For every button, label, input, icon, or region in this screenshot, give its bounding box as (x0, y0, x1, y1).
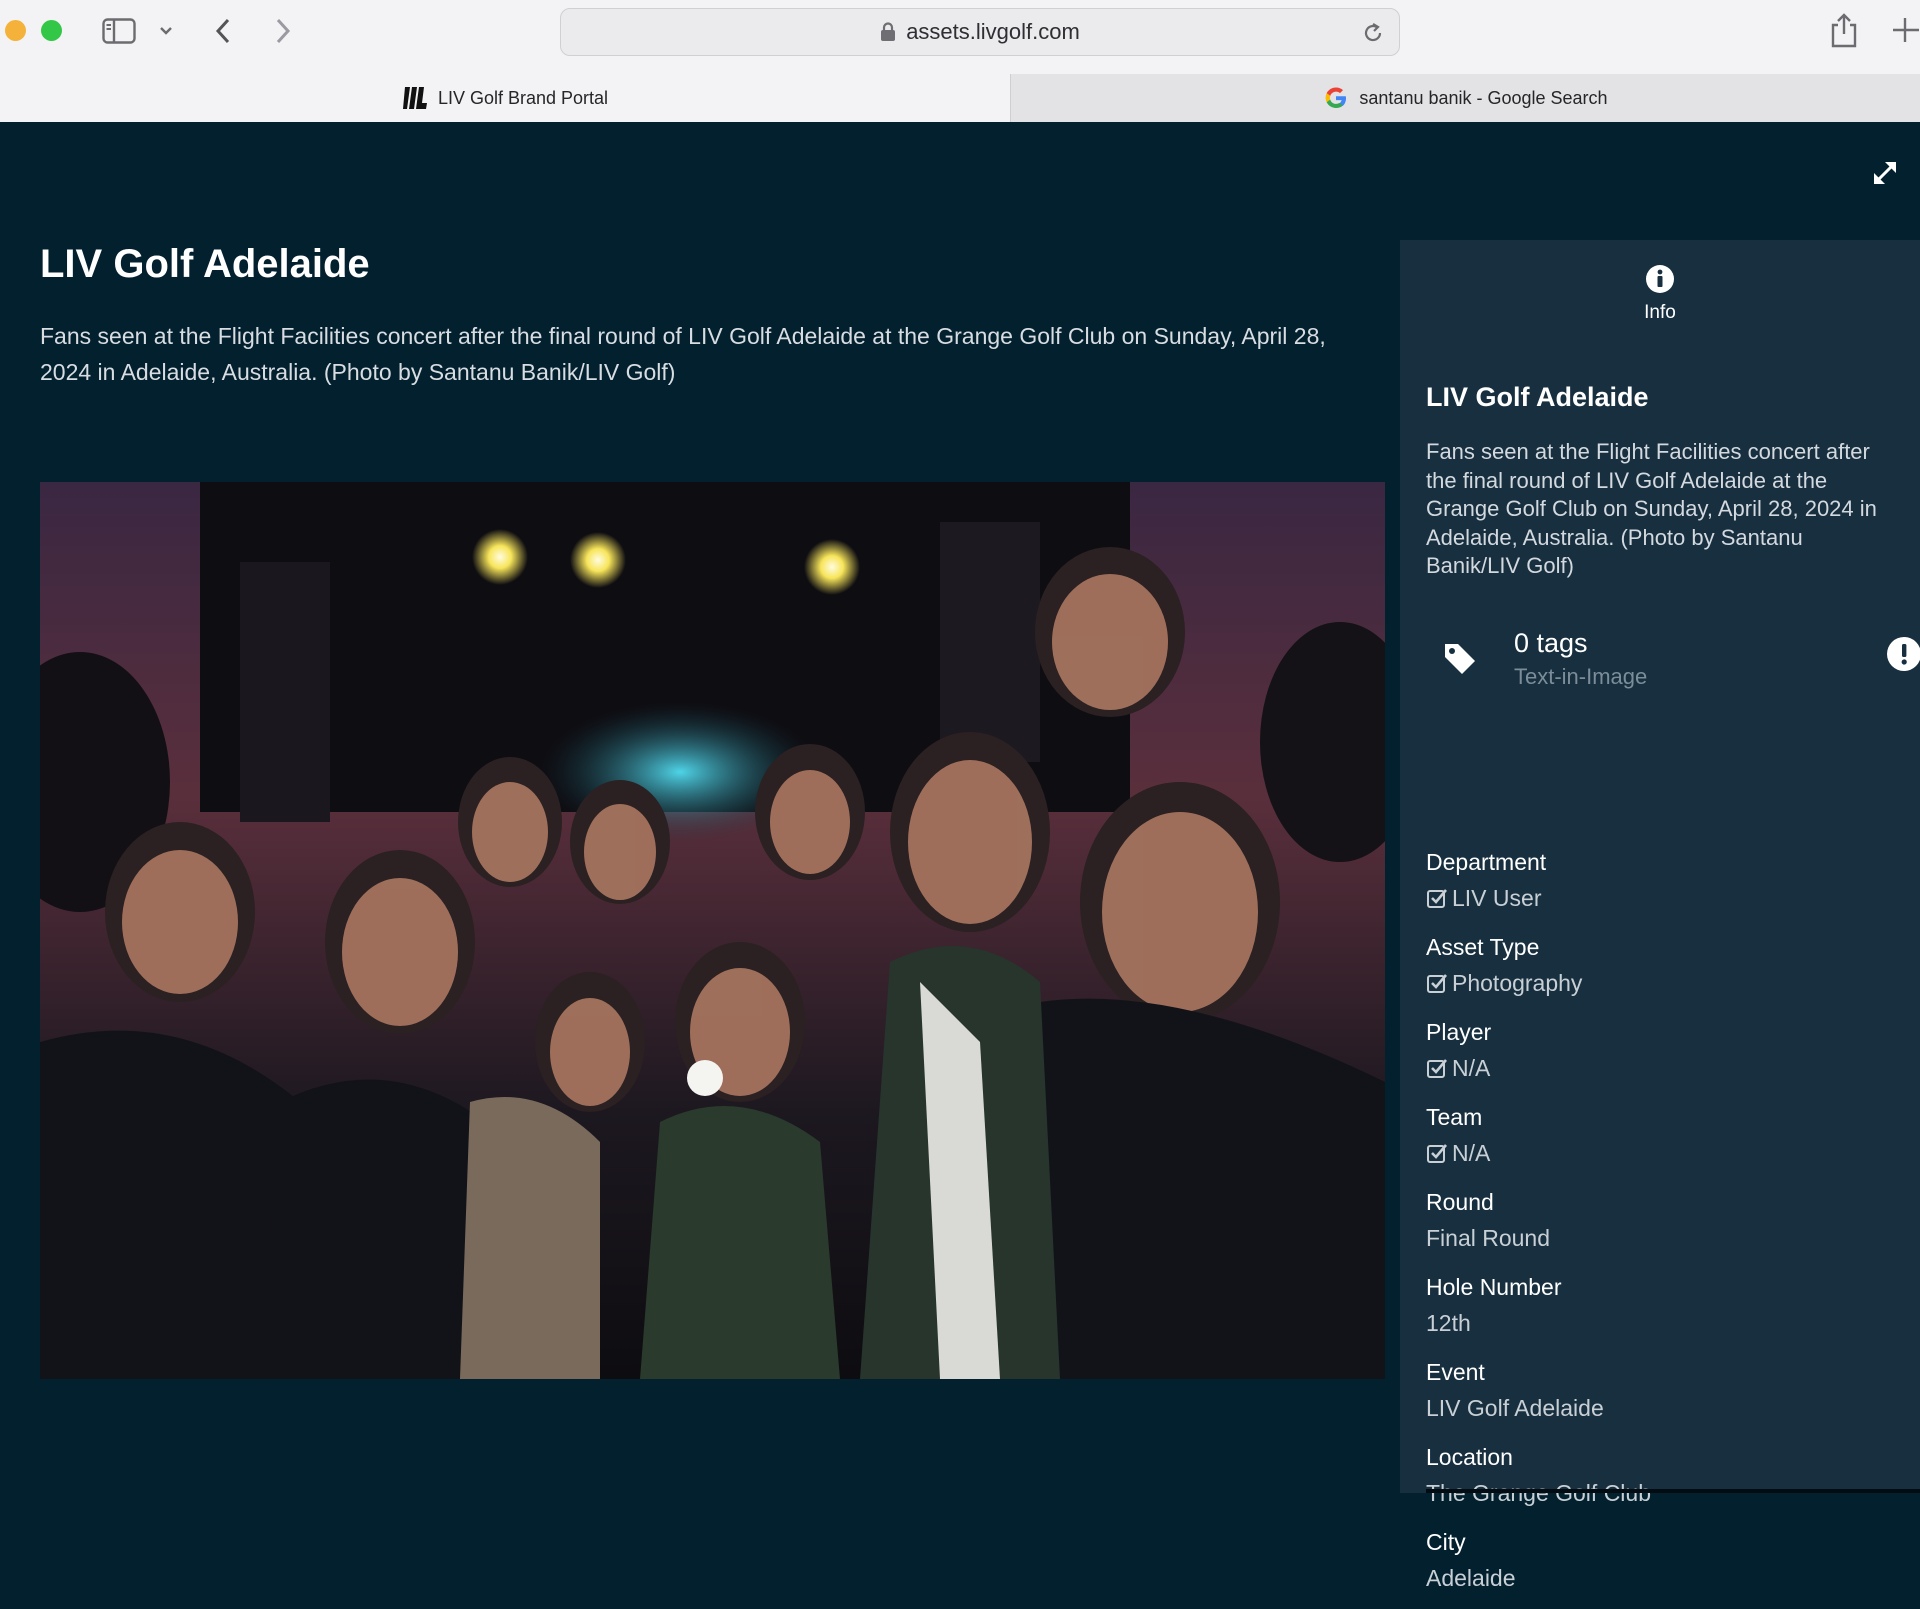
share-icon[interactable] (1826, 10, 1862, 50)
field-label: Player (1426, 1019, 1492, 1045)
checkbox-checked-icon (1426, 1057, 1448, 1079)
panel-bottom-divider (1426, 1489, 1920, 1493)
field-round: Round Final Round (1426, 1184, 1896, 1269)
tab-info[interactable]: Info (1400, 264, 1920, 334)
field-value: LIV Golf Adelaide (1426, 1395, 1604, 1421)
field-value: N/A (1452, 1140, 1491, 1166)
field-label: Hole Number (1426, 1274, 1562, 1300)
tags-count: 0 tags (1514, 628, 1588, 658)
address-url: assets.livgolf.com (906, 19, 1080, 44)
field-label: Asset Type (1426, 934, 1540, 960)
tab-title: santanu banik - Google Search (1359, 87, 1608, 108)
field-value-row: LIV User (1426, 880, 1896, 916)
google-icon (1323, 85, 1349, 111)
tag-icon (1440, 638, 1480, 678)
info-panel: Info LIV Golf Adelaide Fans seen at the … (1400, 240, 1920, 1591)
browser-chrome: assets.livgolf.com LIV Golf Brand Portal (0, 0, 1920, 122)
checkbox-checked-icon (1426, 972, 1448, 994)
window-minimize-button[interactable] (5, 20, 26, 41)
tab-bar: LIV Golf Brand Portal santanu banik - Go… (0, 74, 1920, 122)
asset-page: LIV Golf Adelaide Fans seen at the Fligh… (0, 122, 1920, 1591)
tags-section[interactable]: 0 tags Text-in-Image (1426, 624, 1920, 694)
window-zoom-button[interactable] (41, 20, 62, 41)
field-value: N/A (1452, 1055, 1491, 1081)
field-value: Final Round (1426, 1225, 1551, 1251)
liv-golf-icon (402, 85, 428, 111)
field-hole-number: Hole Number 12th (1426, 1269, 1896, 1354)
field-event: Event LIV Golf Adelaide (1426, 1354, 1896, 1439)
field-value: Adelaide (1426, 1565, 1516, 1591)
field-location: Location The Grange Golf Club (1426, 1439, 1896, 1524)
checkbox-checked-icon (1426, 887, 1448, 909)
field-label: Team (1426, 1104, 1483, 1130)
tab-title: LIV Golf Brand Portal (437, 87, 609, 108)
field-team: Team N/A (1426, 1099, 1896, 1184)
asset-title: LIV Golf Adelaide (40, 242, 370, 286)
panel-title: LIV Golf Adelaide (1426, 382, 1649, 412)
field-label: Department (1426, 849, 1547, 875)
info-icon (1645, 264, 1675, 294)
field-label: Event (1426, 1359, 1485, 1385)
field-label: Location (1426, 1444, 1513, 1470)
field-value: The Grange Golf Club (1426, 1480, 1652, 1506)
tab-google-search[interactable]: santanu banik - Google Search (1010, 74, 1920, 122)
address-bar[interactable]: assets.livgolf.com (560, 8, 1400, 56)
field-value-row: N/A (1426, 1135, 1896, 1171)
field-label: Round (1426, 1189, 1494, 1215)
checkbox-checked-icon (1426, 1142, 1448, 1164)
asset-photo[interactable] (40, 482, 1385, 1379)
field-value: Photography (1452, 970, 1583, 996)
field-value: LIV User (1452, 885, 1542, 911)
tab-liv-golf-brand-portal[interactable]: LIV Golf Brand Portal (0, 74, 1010, 122)
field-value-row: Photography (1426, 965, 1896, 1001)
forward-icon[interactable] (268, 14, 298, 48)
metadata-fields: Department LIV User Asset Type Photograp… (1426, 844, 1896, 1609)
field-asset-type: Asset Type Photography (1426, 929, 1896, 1014)
back-icon[interactable] (208, 14, 238, 48)
field-value: 12th (1426, 1310, 1471, 1336)
alert-icon[interactable] (1886, 636, 1920, 672)
field-city: City Adelaide (1426, 1524, 1896, 1609)
field-department: Department LIV User (1426, 844, 1896, 929)
field-value-row: N/A (1426, 1050, 1896, 1086)
field-player: Player N/A (1426, 1014, 1896, 1099)
plus-icon[interactable] (1890, 12, 1920, 48)
panel-description: Fans seen at the Flight Facilities conce… (1426, 439, 1877, 578)
browser-toolbar: assets.livgolf.com (0, 0, 1920, 66)
chevron-down-icon[interactable] (154, 18, 178, 44)
expand-icon[interactable] (1868, 156, 1902, 190)
info-tab-label: Info (1644, 302, 1676, 323)
sidebar-toggle-icon[interactable] (100, 16, 138, 46)
tags-subtitle: Text-in-Image (1514, 664, 1648, 689)
reload-icon[interactable] (1359, 19, 1387, 47)
asset-description: Fans seen at the Flight Facilities conce… (40, 323, 1326, 385)
field-label: City (1426, 1529, 1466, 1555)
lock-icon (880, 22, 896, 42)
